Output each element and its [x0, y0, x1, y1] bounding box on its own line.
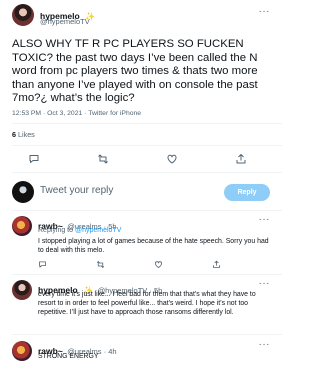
reply-tweet[interactable]: rawb~ @urealms · 5h ··· Replying to @hyp… [0, 214, 282, 280]
reply-avatar[interactable] [12, 216, 32, 236]
more-options-icon[interactable]: ··· [259, 214, 271, 225]
reply-text: STRONG ENERGY [38, 353, 99, 360]
retweet-icon[interactable] [97, 153, 111, 167]
tweet-action-bar [0, 153, 282, 169]
heart-icon[interactable] [154, 260, 163, 269]
more-options-icon[interactable]: ··· [259, 339, 271, 350]
share-icon[interactable] [212, 260, 221, 269]
user-avatar[interactable] [12, 181, 34, 203]
divider [12, 172, 282, 173]
likes-label: Likes [18, 130, 35, 139]
reply-avatar[interactable] [12, 280, 32, 300]
author-avatar[interactable] [12, 4, 34, 26]
tweet-timestamp[interactable]: 12:53 PM · Oct 3, 2021 · Twitter for iPh… [12, 110, 141, 117]
reply-text: every time it’s just like... I feel bad … [38, 291, 256, 317]
retweet-icon[interactable] [96, 260, 105, 269]
reply-tweet[interactable]: rawb~ @urealms · 4h ··· STRONG ENERGY [0, 339, 282, 384]
divider [12, 145, 282, 146]
divider [12, 274, 282, 275]
reply-composer: Tweet your reply Reply [0, 176, 282, 210]
reply-tweet[interactable]: hypemelo ✨ @hypemeloTV · 5h ··· every ti… [0, 278, 282, 338]
more-options-icon[interactable]: ··· [259, 6, 271, 17]
reply-button[interactable]: Reply [224, 184, 270, 201]
divider [12, 123, 282, 124]
comment-icon[interactable] [28, 153, 42, 167]
likes-number: 6 [12, 130, 16, 139]
divider [12, 334, 282, 335]
likes-count[interactable]: 6 Likes [12, 130, 35, 139]
tweet-text: ALSO WHY TF R PC PLAYERS SO FUCKEN TOXIC… [12, 38, 258, 105]
comment-icon[interactable] [38, 260, 47, 269]
divider [12, 210, 282, 211]
replying-to-link[interactable]: @hypemeloTV [75, 227, 121, 234]
replying-to: Replying to @hypemeloTV [38, 227, 121, 234]
share-icon[interactable] [235, 153, 249, 167]
more-options-icon[interactable]: ··· [259, 278, 271, 289]
author-handle[interactable]: @hypemeloTV [40, 17, 90, 26]
reply-input[interactable]: Tweet your reply [40, 185, 113, 196]
reply-text: I stopped playing a lot of games because… [38, 238, 269, 255]
reply-action-bar [38, 260, 270, 270]
replying-to-prefix: Replying to [38, 227, 75, 234]
reply-avatar[interactable] [12, 341, 32, 361]
heart-icon[interactable] [166, 153, 180, 167]
